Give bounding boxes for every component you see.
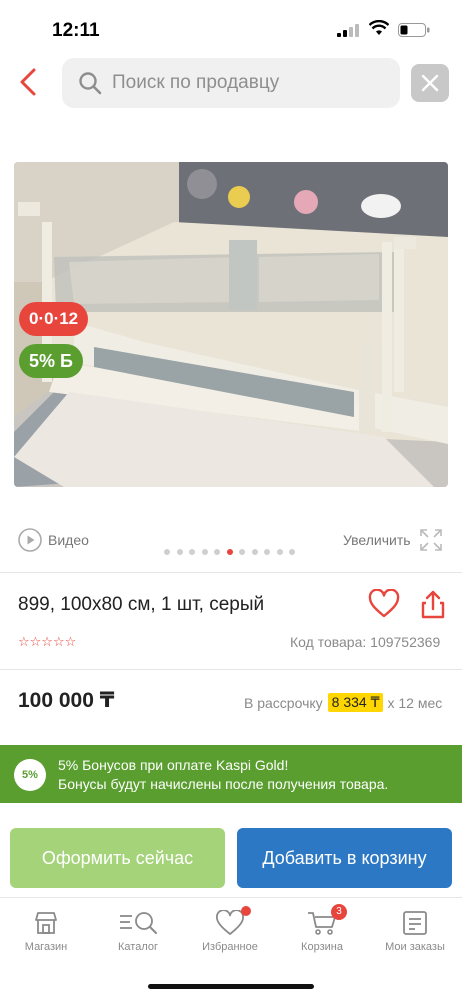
tab-favorites-label: Избранное <box>202 941 258 953</box>
orders-icon <box>403 911 427 935</box>
gallery-dot[interactable] <box>189 549 195 555</box>
tab-shop-label: Магазин <box>24 941 68 953</box>
video-button[interactable]: Видео <box>18 528 89 552</box>
gallery-controls: Видео Увеличить <box>0 522 462 560</box>
play-icon <box>18 528 42 552</box>
heart-icon[interactable] <box>368 589 400 619</box>
bonus-percent-badge: 5% <box>14 759 46 791</box>
gallery-dot[interactable] <box>276 549 283 555</box>
installment-suffix: х 12 мес <box>387 694 443 711</box>
gallery-dot[interactable] <box>201 549 208 555</box>
tab-orders-label: Мои заказы <box>385 941 445 953</box>
add-to-cart-button[interactable]: Добавить в корзину <box>237 828 452 888</box>
tab-catalog[interactable]: Каталог <box>92 906 184 953</box>
gallery-dot[interactable] <box>239 549 245 555</box>
share-icon[interactable] <box>421 589 445 619</box>
installment-info[interactable]: В рассрочку 8 334 ₸ х 12 мес <box>244 693 442 712</box>
tab-catalog-label: Каталог <box>118 941 158 953</box>
shop-icon <box>35 912 57 934</box>
installment-amount: 8 334 ₸ <box>327 693 384 712</box>
search-header <box>0 56 462 112</box>
cart-count-badge: 3 <box>331 904 347 920</box>
wifi-icon <box>369 20 389 35</box>
close-button[interactable] <box>411 64 449 102</box>
product-price: 100 000 ₸ <box>18 689 115 712</box>
search-icon <box>79 72 102 95</box>
gallery-dot[interactable] <box>164 549 170 555</box>
signal-icon <box>337 24 359 37</box>
gallery-dot[interactable] <box>176 549 183 555</box>
gallery-dots <box>164 549 302 555</box>
home-indicator[interactable] <box>148 984 314 989</box>
back-arrow-icon[interactable] <box>14 64 42 100</box>
tab-orders[interactable]: Мои заказы <box>369 906 461 953</box>
bonus-line-1: 5% Бонусов при оплате Kaspi Gold! <box>58 757 289 773</box>
rating-stars-text: ☆☆☆☆☆ <box>18 634 77 649</box>
buy-now-button[interactable]: Оформить сейчас <box>10 828 225 888</box>
status-bar: 12:11 <box>0 0 462 56</box>
zoom-button[interactable]: Увеличить <box>343 528 443 552</box>
expand-icon <box>419 529 442 551</box>
tab-favorites[interactable]: Избранное <box>184 906 276 953</box>
timer-badge: 0·0·12 <box>19 302 89 336</box>
tab-cart[interactable]: 3 Корзина <box>276 904 368 953</box>
gallery-dot[interactable] <box>214 549 220 555</box>
gallery-dot-active[interactable] <box>226 549 233 555</box>
bonus-badge: 5% Б <box>19 344 83 378</box>
status-time: 12:11 <box>52 20 100 41</box>
gallery-dot[interactable] <box>264 549 270 555</box>
bonus-line-2: Бонусы будут начислены после получения т… <box>58 776 389 792</box>
tab-cart-label: Корзина <box>301 941 343 953</box>
divider <box>0 669 462 670</box>
product-title: 899, 100х80 см, 1 шт, серый <box>18 594 265 615</box>
search-input[interactable] <box>112 58 392 108</box>
divider <box>0 572 462 573</box>
zoom-label: Увеличить <box>343 532 411 548</box>
catalog-icon <box>120 912 157 934</box>
bonus-banner[interactable]: 5% 5% Бонусов при оплате Kaspi Gold! Бон… <box>0 745 462 803</box>
product-code: Код товара: 109752369 <box>290 634 441 650</box>
installment-prefix: В рассрочку <box>244 694 323 711</box>
gallery-dot[interactable] <box>251 549 258 555</box>
search-box[interactable] <box>62 58 400 108</box>
heart-icon <box>216 910 244 935</box>
video-label: Видео <box>48 532 89 548</box>
close-icon <box>421 74 439 92</box>
battery-icon <box>398 23 430 37</box>
gallery-dot[interactable] <box>289 549 295 555</box>
rating-stars[interactable]: ☆☆☆☆☆ <box>18 634 77 650</box>
tab-shop[interactable]: Магазин <box>0 906 92 953</box>
favorites-notification-dot <box>241 906 251 916</box>
